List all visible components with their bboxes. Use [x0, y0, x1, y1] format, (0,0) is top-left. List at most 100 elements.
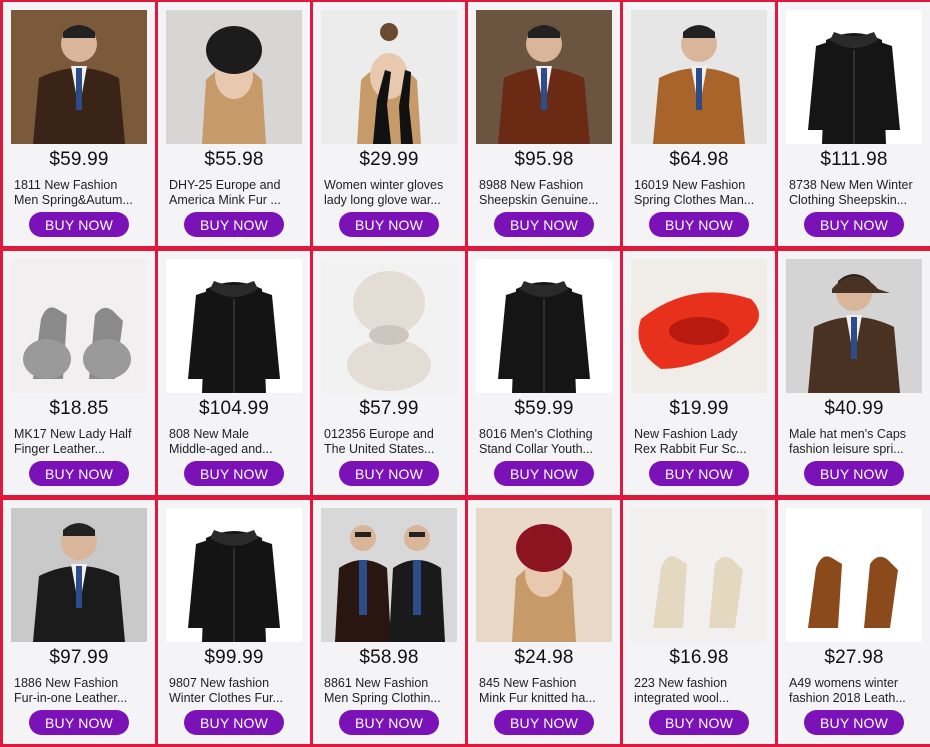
product-title[interactable]: A49 womens winter fashion 2018 Leath... — [789, 676, 922, 706]
product-image[interactable] — [11, 508, 147, 642]
product-title-line: fashion leisure spri... — [789, 442, 904, 456]
product-card[interactable]: $58.98 8861 New Fashion Men Spring Cloth… — [313, 500, 465, 744]
product-image[interactable] — [321, 259, 457, 393]
product-price: $111.98 — [820, 149, 888, 170]
product-image[interactable] — [631, 508, 767, 642]
product-title-line: Mink Fur knitted ha... — [479, 691, 596, 705]
buy-now-button[interactable]: BUY NOW — [29, 710, 129, 735]
product-image[interactable] — [786, 259, 922, 393]
product-price: $24.98 — [514, 647, 574, 668]
product-title[interactable]: New Fashion Lady Rex Rabbit Fur Sc... — [634, 427, 767, 457]
product-title-line: A49 womens winter — [789, 676, 899, 690]
product-title-line: DHY-25 Europe and — [169, 178, 281, 192]
product-card[interactable]: $97.99 1886 New Fashion Fur-in-one Leath… — [3, 500, 155, 744]
buy-now-button[interactable]: BUY NOW — [29, 461, 129, 486]
product-title[interactable]: 845 New Fashion Mink Fur knitted ha... — [479, 676, 612, 706]
product-card[interactable]: $27.98 A49 womens winter fashion 2018 Le… — [778, 500, 930, 744]
product-card[interactable]: $59.99 1811 New Fashion Men Spring&Autum… — [3, 2, 155, 246]
product-card[interactable]: $24.98 845 New Fashion Mink Fur knitted … — [468, 500, 620, 744]
buy-now-button[interactable]: BUY NOW — [649, 212, 749, 237]
buy-now-button[interactable]: BUY NOW — [494, 212, 594, 237]
product-image[interactable] — [631, 259, 767, 393]
product-title[interactable]: MK17 New Lady Half Finger Leather... — [14, 427, 147, 457]
product-title[interactable]: Male hat men's Caps fashion leisure spri… — [789, 427, 922, 457]
buy-now-button[interactable]: BUY NOW — [29, 212, 129, 237]
product-image[interactable] — [166, 508, 302, 642]
product-card[interactable]: $16.98 223 New fashion integrated wool..… — [623, 500, 775, 744]
product-card[interactable]: $59.99 8016 Men's Clothing Stand Collar … — [468, 251, 620, 495]
product-title-line: Men Spring&Autum... — [14, 193, 133, 207]
buy-now-button[interactable]: BUY NOW — [804, 461, 904, 486]
buy-now-button[interactable]: BUY NOW — [184, 212, 284, 237]
buy-now-button[interactable]: BUY NOW — [649, 461, 749, 486]
product-image[interactable] — [166, 259, 302, 393]
product-title-line: 012356 Europe and — [324, 427, 434, 441]
product-price: $97.99 — [49, 647, 109, 668]
product-title-line: New Fashion Lady — [634, 427, 738, 441]
product-title[interactable]: 8861 New Fashion Men Spring Clothin... — [324, 676, 457, 706]
product-title-line: Sheepskin Genuine... — [479, 193, 599, 207]
product-image[interactable] — [476, 259, 612, 393]
product-title[interactable]: 012356 Europe and The United States... — [324, 427, 457, 457]
product-image[interactable] — [631, 10, 767, 144]
product-title-line: Winter Clothes Fur... — [169, 691, 283, 705]
product-card[interactable]: $104.99 808 New Male Middle-aged and... … — [158, 251, 310, 495]
product-image[interactable] — [11, 10, 147, 144]
buy-now-button[interactable]: BUY NOW — [649, 710, 749, 735]
product-title-line: The United States... — [324, 442, 435, 456]
product-price: $58.98 — [359, 647, 419, 668]
product-title-line: Male hat men's Caps — [789, 427, 907, 441]
product-title[interactable]: 8988 New Fashion Sheepskin Genuine... — [479, 178, 612, 208]
product-image[interactable] — [11, 259, 147, 393]
product-title-line: Men Spring Clothin... — [324, 691, 441, 705]
buy-now-button[interactable]: BUY NOW — [494, 710, 594, 735]
product-title-line: Clothing Sheepskin... — [789, 193, 908, 207]
product-grid: $59.99 1811 New Fashion Men Spring&Autum… — [0, 0, 930, 747]
product-card[interactable]: $99.99 9807 New fashion Winter Clothes F… — [158, 500, 310, 744]
product-card[interactable]: $19.99 New Fashion Lady Rex Rabbit Fur S… — [623, 251, 775, 495]
product-card[interactable]: $29.99 Women winter gloves lady long glo… — [313, 2, 465, 246]
product-title[interactable]: 808 New Male Middle-aged and... — [169, 427, 302, 457]
product-title[interactable]: 223 New fashion integrated wool... — [634, 676, 767, 706]
buy-now-button[interactable]: BUY NOW — [339, 710, 439, 735]
product-title[interactable]: 16019 New Fashion Spring Clothes Man... — [634, 178, 767, 208]
buy-now-button[interactable]: BUY NOW — [494, 461, 594, 486]
buy-now-button[interactable]: BUY NOW — [184, 461, 284, 486]
product-card[interactable]: $57.99 012356 Europe and The United Stat… — [313, 251, 465, 495]
buy-now-button[interactable]: BUY NOW — [804, 710, 904, 735]
product-title[interactable]: DHY-25 Europe and America Mink Fur ... — [169, 178, 302, 208]
product-title[interactable]: Women winter gloves lady long glove war.… — [324, 178, 457, 208]
product-title-line: Rex Rabbit Fur Sc... — [634, 442, 747, 456]
buy-now-button[interactable]: BUY NOW — [339, 461, 439, 486]
product-title-line: 8016 Men's Clothing — [479, 427, 593, 441]
product-title-line: 1886 New Fashion — [14, 676, 119, 690]
product-card[interactable]: $55.98 DHY-25 Europe and America Mink Fu… — [158, 2, 310, 246]
product-image[interactable] — [476, 508, 612, 642]
product-title[interactable]: 8016 Men's Clothing Stand Collar Youth..… — [479, 427, 612, 457]
buy-now-button[interactable]: BUY NOW — [339, 212, 439, 237]
product-price: $64.98 — [669, 149, 729, 170]
product-price: $99.99 — [204, 647, 264, 668]
product-card[interactable]: $64.98 16019 New Fashion Spring Clothes … — [623, 2, 775, 246]
product-card[interactable]: $95.98 8988 New Fashion Sheepskin Genuin… — [468, 2, 620, 246]
product-title-line: 8861 New Fashion — [324, 676, 429, 690]
product-card[interactable]: $40.99 Male hat men's Caps fashion leisu… — [778, 251, 930, 495]
product-image[interactable] — [476, 10, 612, 144]
product-title[interactable]: 8738 New Men Winter Clothing Sheepskin..… — [789, 178, 922, 208]
product-title[interactable]: 1811 New Fashion Men Spring&Autum... — [14, 178, 147, 208]
buy-now-button[interactable]: BUY NOW — [804, 212, 904, 237]
product-image[interactable] — [166, 10, 302, 144]
product-card[interactable]: $111.98 8738 New Men Winter Clothing She… — [778, 2, 930, 246]
product-image[interactable] — [786, 10, 922, 144]
product-title[interactable]: 1886 New Fashion Fur-in-one Leather... — [14, 676, 147, 706]
product-card[interactable]: $18.85 MK17 New Lady Half Finger Leather… — [3, 251, 155, 495]
product-title[interactable]: 9807 New fashion Winter Clothes Fur... — [169, 676, 302, 706]
product-title-line: fashion 2018 Leath... — [789, 691, 906, 705]
product-title-line: Fur-in-one Leather... — [14, 691, 128, 705]
product-image[interactable] — [321, 10, 457, 144]
product-title-line: 223 New fashion — [634, 676, 728, 690]
buy-now-button[interactable]: BUY NOW — [184, 710, 284, 735]
product-title-line: 8988 New Fashion — [479, 178, 584, 192]
product-image[interactable] — [321, 508, 457, 642]
product-image[interactable] — [786, 508, 922, 642]
